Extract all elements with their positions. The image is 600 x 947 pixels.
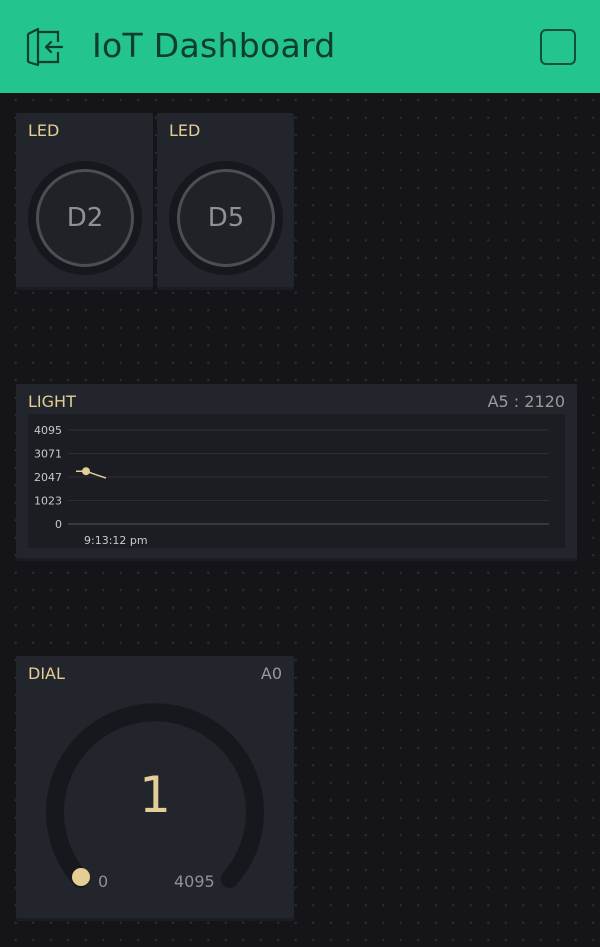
led-widget-d2: LED D2 xyxy=(16,113,153,287)
light-chart-widget: LIGHT A5 : 2120 4095 3071 2047 1023 0 9:13:12… xyxy=(16,384,577,558)
dial-handle[interactable] xyxy=(72,868,90,886)
chart-pin-value: A5 : 2120 xyxy=(487,392,565,411)
dial-max: 4095 xyxy=(174,872,215,891)
menu-button[interactable] xyxy=(540,29,576,65)
led-label: LED xyxy=(169,121,201,140)
led-pin: D2 xyxy=(36,169,134,267)
light-chart: 4095 3071 2047 1023 0 9:13:12 pm xyxy=(34,424,549,547)
dial-widget: DIAL A0 1 0 4095 xyxy=(16,656,294,918)
app-bar: IoT Dashboard xyxy=(0,0,600,93)
y-tick-label: 0 xyxy=(55,518,62,531)
y-tick-label: 2047 xyxy=(34,471,62,484)
y-tick-label: 4095 xyxy=(34,424,62,437)
dial-value: 1 xyxy=(139,766,171,824)
y-tick-label: 1023 xyxy=(34,495,62,508)
led-pin: D5 xyxy=(177,169,275,267)
y-tick-label: 3071 xyxy=(34,448,62,461)
led-button[interactable]: D2 xyxy=(28,161,142,275)
x-time-label: 9:13:12 pm xyxy=(84,534,148,547)
led-button[interactable]: D5 xyxy=(169,161,283,275)
chart-area[interactable]: 4095 3071 2047 1023 0 9:13:12 pm xyxy=(28,414,565,548)
led-label: LED xyxy=(28,121,60,140)
chart-label: LIGHT xyxy=(28,392,76,411)
exit-icon xyxy=(26,27,64,67)
led-widget-d5: LED D5 xyxy=(157,113,294,287)
dial-min: 0 xyxy=(98,872,109,891)
exit-button[interactable] xyxy=(22,24,68,70)
data-point xyxy=(82,467,90,476)
page-title: IoT Dashboard xyxy=(92,26,336,65)
